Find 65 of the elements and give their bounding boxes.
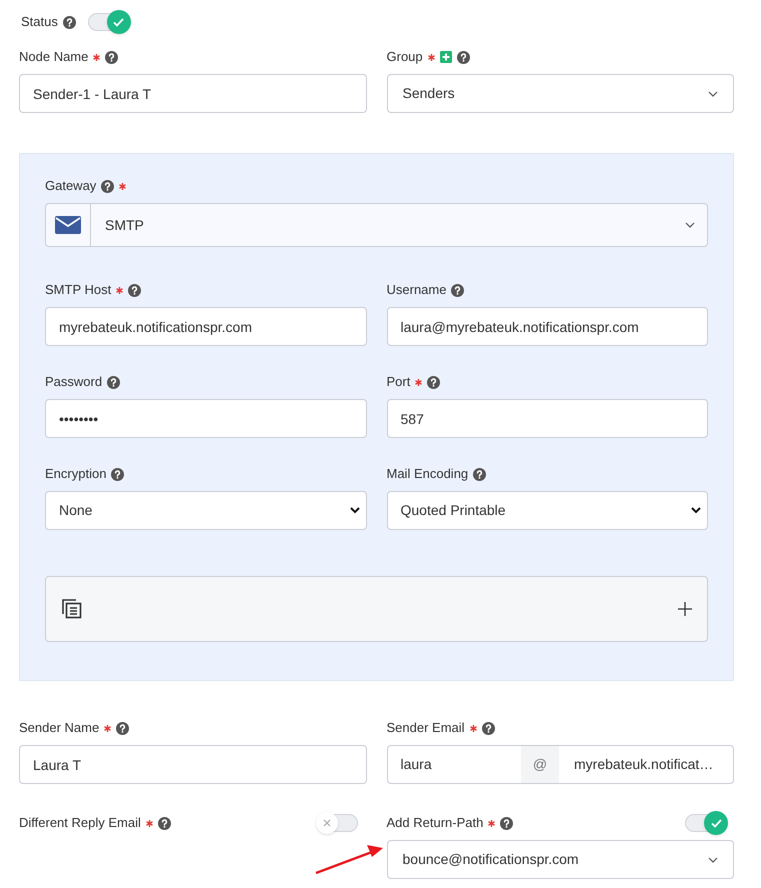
- help-icon[interactable]: [482, 722, 495, 734]
- select-field[interactable]: None: [45, 491, 366, 530]
- required-asterisk-icon: [116, 286, 124, 294]
- required-asterisk-icon: [488, 820, 496, 826]
- required-asterisk-icon: [415, 378, 422, 386]
- at-sign-addon: @: [521, 746, 559, 783]
- help-icon[interactable]: [158, 816, 171, 830]
- text-field[interactable]: Laura T: [19, 745, 366, 784]
- text-field[interactable]: 587: [386, 399, 708, 438]
- text-field[interactable]: Sender-1 - Laura T: [19, 74, 366, 113]
- help-icon[interactable]: [500, 816, 514, 830]
- chevron-down-icon: [708, 90, 718, 96]
- required-asterisk-icon: [428, 54, 435, 60]
- help-icon[interactable]: [473, 468, 486, 480]
- chevron-down-icon: [685, 222, 695, 228]
- select-field[interactable]: bounce@notificationspr.com: [386, 840, 734, 879]
- field-label: Password: [45, 373, 102, 392]
- field-label: Node Name: [19, 48, 88, 66]
- close-icon: [322, 819, 330, 827]
- field-label: Sender Name: [19, 719, 100, 738]
- help-icon[interactable]: [116, 722, 130, 734]
- check-icon: [710, 818, 722, 828]
- help-icon[interactable]: [456, 50, 470, 64]
- help-icon[interactable]: [128, 284, 142, 296]
- toggle-switch[interactable]: [318, 814, 358, 832]
- help-icon[interactable]: [105, 50, 118, 64]
- help-icon[interactable]: [107, 376, 120, 388]
- chevron-down-icon: [350, 507, 360, 514]
- check-icon: [113, 18, 124, 26]
- help-icon[interactable]: [111, 468, 124, 480]
- toggle-switch[interactable]: [88, 13, 128, 31]
- help-icon[interactable]: [101, 180, 114, 192]
- chevron-down-icon: [691, 507, 701, 514]
- envelope-icon: [55, 216, 81, 234]
- gateway-select[interactable]: SMTP: [45, 203, 708, 247]
- help-icon[interactable]: [62, 16, 76, 28]
- add-icon[interactable]: [440, 51, 452, 63]
- toggle-switch[interactable]: [685, 814, 725, 832]
- text-field[interactable]: myrebateuk.notificationspr.com: [45, 307, 366, 346]
- field-label: Status: [21, 13, 58, 32]
- field-label: Sender Email: [386, 719, 465, 738]
- field-label: SMTP Host: [45, 281, 112, 300]
- chevron-down-icon: [708, 856, 718, 862]
- text-field[interactable]: ••••••••: [45, 399, 366, 438]
- email-field[interactable]: laura @ myrebateuk.notificat…: [386, 745, 734, 784]
- field-label: Different Reply Email: [19, 814, 141, 832]
- select-field[interactable]: Senders: [386, 74, 734, 113]
- help-icon[interactable]: [427, 376, 440, 388]
- field-label: Mail Encoding: [386, 465, 468, 484]
- field-label: Add Return-Path: [386, 814, 484, 832]
- required-asterisk-icon: [119, 182, 126, 190]
- field-label: Group: [386, 48, 423, 66]
- field-label: Encryption: [45, 465, 106, 484]
- field-label: Gateway: [45, 177, 96, 196]
- text-field[interactable]: laura@myrebateuk.notificationspr.com: [386, 307, 708, 346]
- field-label: Username: [386, 281, 446, 300]
- required-asterisk-icon: [146, 820, 153, 826]
- plus-icon[interactable]: [678, 602, 692, 616]
- select-field[interactable]: Quoted Printable: [386, 491, 708, 530]
- required-asterisk-icon: [470, 724, 477, 732]
- field-label: Port: [386, 373, 410, 392]
- required-asterisk-icon: [93, 54, 100, 60]
- help-icon[interactable]: [451, 284, 464, 296]
- required-asterisk-icon: [104, 724, 112, 732]
- documents-icon: [61, 598, 83, 620]
